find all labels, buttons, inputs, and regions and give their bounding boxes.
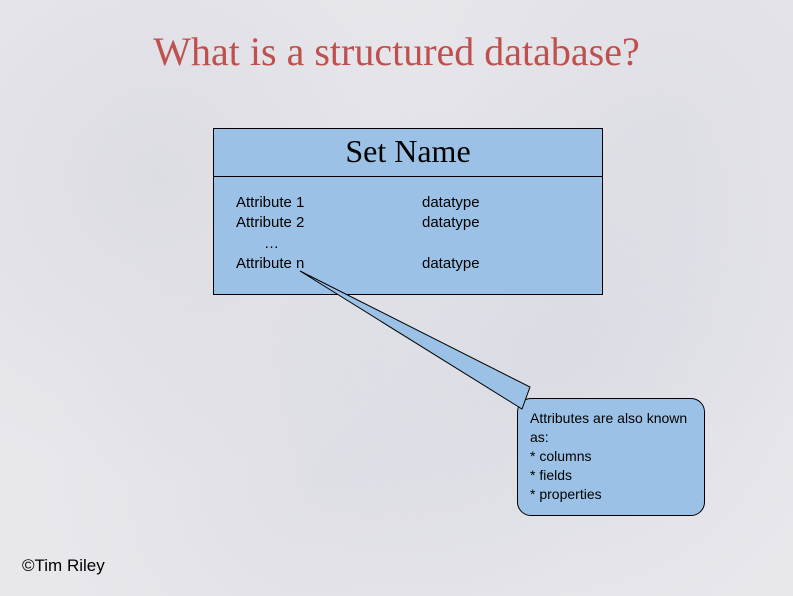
attribute-label: Attribute 1 <box>232 193 422 213</box>
set-name-header: Set Name <box>214 129 602 177</box>
callout-item: * columns <box>530 447 692 466</box>
datatype-label: datatype <box>422 193 584 213</box>
callout-item: * fields <box>530 466 692 485</box>
datatype-label <box>422 234 584 254</box>
table-row: Attribute 1 datatype <box>232 193 584 213</box>
callout-box: Attributes are also known as: * columns … <box>517 398 705 516</box>
callout-item: * properties <box>530 485 692 504</box>
datatype-label: datatype <box>422 213 584 233</box>
table-row: … <box>232 234 584 254</box>
slide-title: What is a structured database? <box>0 28 793 75</box>
attribute-label: Attribute 2 <box>232 213 422 233</box>
callout-heading: Attributes are also known as: <box>530 409 692 447</box>
ellipsis: … <box>232 234 422 254</box>
table-row: Attribute 2 datatype <box>232 213 584 233</box>
copyright-footer: ©Tim Riley <box>22 556 105 576</box>
callout-tail-icon <box>282 269 542 429</box>
